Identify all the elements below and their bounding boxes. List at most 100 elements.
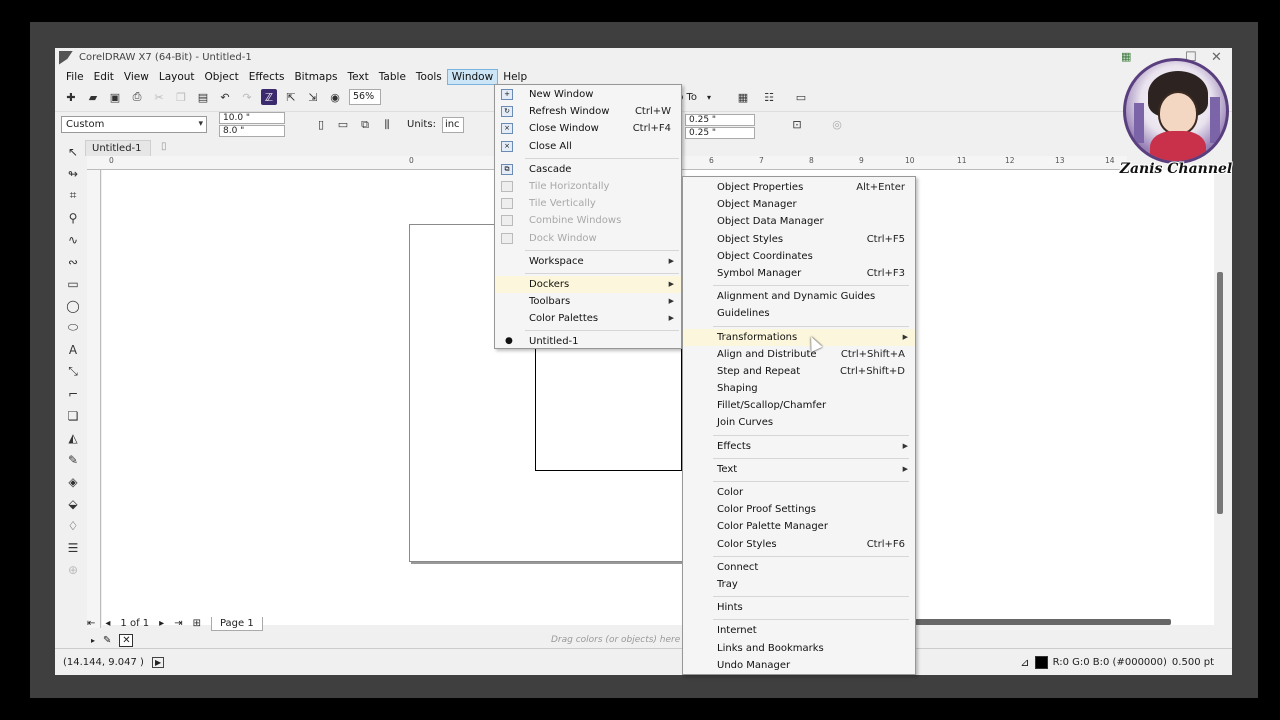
polygon-tool-icon[interactable]: ⬭ <box>64 319 82 336</box>
play-icon[interactable]: ▶ <box>151 656 165 668</box>
menu-item-step-repeat[interactable]: Step and Repeat Ctrl+Shift+D <box>683 363 915 380</box>
all-pages-icon[interactable]: ⧉ <box>357 117 373 133</box>
undo-icon[interactable]: ↶ <box>217 89 233 105</box>
menu-item-internet[interactable]: Internet <box>683 622 915 639</box>
tab-untitled-1[interactable]: Untitled-1 <box>85 140 151 156</box>
page-size-select[interactable]: Custom <box>61 116 207 133</box>
save-icon[interactable]: ▣ <box>107 89 123 105</box>
next-page-icon[interactable]: ▸ <box>159 618 164 629</box>
menu-item-join-curves[interactable]: Join Curves <box>683 414 915 431</box>
duplicate-distance-y-field[interactable]: 0.25 " <box>685 127 755 139</box>
menu-view[interactable]: View <box>119 69 154 85</box>
menu-item-refresh-window[interactable]: ↻ Refresh Window Ctrl+W <box>495 103 681 120</box>
menu-item-hints[interactable]: Hints <box>683 599 915 616</box>
menu-bitmaps[interactable]: Bitmaps <box>289 69 342 85</box>
menu-item-transformations[interactable]: Transformations ▶ <box>683 328 915 346</box>
menu-window[interactable]: Window <box>446 68 499 85</box>
last-page-icon[interactable]: ⇥ <box>174 618 182 629</box>
menu-item-undo-manager[interactable]: Undo Manager <box>683 657 915 674</box>
parallel-dimension-icon[interactable]: ⤡ <box>64 363 82 380</box>
menu-item-color-palettes[interactable]: Color Palettes ▶ <box>495 310 681 327</box>
menu-object[interactable]: Object <box>200 69 244 85</box>
paste-icon[interactable]: ▤ <box>195 89 211 105</box>
menu-edit[interactable]: Edit <box>89 69 119 85</box>
page-tab[interactable]: Page 1 <box>210 616 263 631</box>
new-tab-icon[interactable]: ▯ <box>161 141 167 152</box>
menu-item-effects[interactable]: Effects ▶ <box>683 438 915 455</box>
menu-item-shaping[interactable]: Shaping <box>683 380 915 397</box>
menu-item-object-manager[interactable]: Object Manager <box>683 196 915 213</box>
drop-shadow-icon[interactable]: ❏ <box>64 407 82 424</box>
rectangle-tool-icon[interactable]: ▭ <box>64 275 82 292</box>
menu-layout[interactable]: Layout <box>154 69 200 85</box>
open-folder-icon[interactable]: ▰ <box>85 89 101 105</box>
color-eyedropper-icon[interactable]: ✎ <box>64 451 82 468</box>
connector-tool-icon[interactable]: ⌐ <box>64 385 82 402</box>
rectangle-object[interactable] <box>535 342 682 471</box>
duplicate-distance-x-field[interactable]: 0.25 " <box>685 114 755 126</box>
import-icon[interactable]: ⇱ <box>283 89 299 105</box>
palette-arrow-icon[interactable]: ▸ <box>91 636 95 645</box>
menu-item-links-bookmarks[interactable]: Links and Bookmarks <box>683 640 915 657</box>
menu-item-guidelines[interactable]: Guidelines <box>683 305 915 322</box>
publish-pdf-icon[interactable]: ◉ <box>327 89 343 105</box>
menu-item-close-all[interactable]: × Close All <box>495 138 681 155</box>
menu-item-cascade[interactable]: ⧉ Cascade <box>495 161 681 178</box>
eyedropper-icon[interactable]: ✎ <box>103 635 111 646</box>
redo-icon[interactable]: ↷ <box>239 89 255 105</box>
outline-pen-icon[interactable]: ♢ <box>64 517 82 534</box>
menu-item-object-data-manager[interactable]: Object Data Manager <box>683 213 915 230</box>
menu-item-color-palette-manager[interactable]: Color Palette Manager <box>683 518 915 535</box>
menu-item-object-styles[interactable]: Object Styles Ctrl+F5 <box>683 231 915 248</box>
print-icon[interactable]: ⎙ <box>129 89 145 105</box>
smart-fill-icon[interactable]: ⬙ <box>64 495 82 512</box>
application-launcher-icon[interactable]: ▭ <box>793 89 809 105</box>
units-select[interactable]: inc <box>441 116 464 133</box>
artistic-media-icon[interactable]: ∾ <box>64 253 82 270</box>
welcome-screen-icon[interactable]: ▦ <box>735 89 751 105</box>
freehand-tool-icon[interactable]: ∿ <box>64 231 82 248</box>
previous-page-icon[interactable]: ◂ <box>105 618 110 629</box>
menu-item-color-styles[interactable]: Color Styles Ctrl+F6 <box>683 536 915 553</box>
options-icon[interactable]: ☷ <box>761 89 777 105</box>
export-icon[interactable]: ⇲ <box>305 89 321 105</box>
menu-item-alignment-guides[interactable]: Alignment and Dynamic Guides <box>683 288 915 305</box>
menu-item-workspace[interactable]: Workspace ▶ <box>495 253 681 270</box>
customize-toolbox-icon[interactable]: ⊕ <box>64 561 82 578</box>
treat-as-filled-icon[interactable]: ⊡ <box>789 117 805 133</box>
vertical-scrollbar[interactable] <box>1217 272 1223 514</box>
search-content-icon[interactable]: ℤ <box>261 89 277 105</box>
page-height-field[interactable]: 8.0 " <box>219 125 285 137</box>
fill-color-swatch[interactable] <box>1034 656 1048 669</box>
menu-item-connect[interactable]: Connect <box>683 559 915 576</box>
pick-tool-icon[interactable]: ↖ <box>64 143 82 160</box>
cut-icon[interactable]: ✂ <box>151 89 167 105</box>
menu-item-symbol-manager[interactable]: Symbol Manager Ctrl+F3 <box>683 265 915 282</box>
menu-item-new-window[interactable]: + New Window <box>495 86 681 103</box>
menu-item-close-window[interactable]: × Close Window Ctrl+F4 <box>495 120 681 137</box>
menu-item-text[interactable]: Text ▶ <box>683 461 915 478</box>
menu-item-tile-vertically[interactable]: Tile Vertically <box>495 195 681 212</box>
portrait-icon[interactable]: ▯ <box>313 117 329 133</box>
menu-item-tile-horizontally[interactable]: Tile Horizontally <box>495 178 681 195</box>
current-page-icon[interactable]: ⫼ <box>379 117 395 133</box>
horizontal-scrollbar[interactable] <box>915 619 1171 625</box>
add-page-icon[interactable]: ⊞ <box>193 618 201 629</box>
ellipse-tool-icon[interactable]: ◯ <box>64 297 82 314</box>
copy-icon[interactable]: ❐ <box>173 89 189 105</box>
menu-item-align-distribute[interactable]: Align and Distribute Ctrl+Shift+A <box>683 346 915 363</box>
hatch-icon[interactable]: ☰ <box>64 539 82 556</box>
menu-item-dock-window[interactable]: Dock Window <box>495 230 681 247</box>
text-tool-icon[interactable]: A <box>64 341 82 358</box>
menu-text[interactable]: Text <box>343 69 374 85</box>
interactive-fill-icon[interactable]: ◈ <box>64 473 82 490</box>
menu-item-object-coordinates[interactable]: Object Coordinates <box>683 248 915 265</box>
menu-item-object-properties[interactable]: Object Properties Alt+Enter <box>683 179 915 196</box>
menu-item-toolbars[interactable]: Toolbars ▶ <box>495 293 681 310</box>
crop-tool-icon[interactable]: ⌗ <box>64 187 82 204</box>
menu-item-combine-windows[interactable]: Combine Windows <box>495 212 681 229</box>
menu-item-untitled-1[interactable]: ● Untitled-1 <box>495 333 681 350</box>
menu-item-tray[interactable]: Tray <box>683 576 915 593</box>
menu-tools[interactable]: Tools <box>411 69 447 85</box>
page-width-field[interactable]: 10.0 " <box>219 112 285 124</box>
